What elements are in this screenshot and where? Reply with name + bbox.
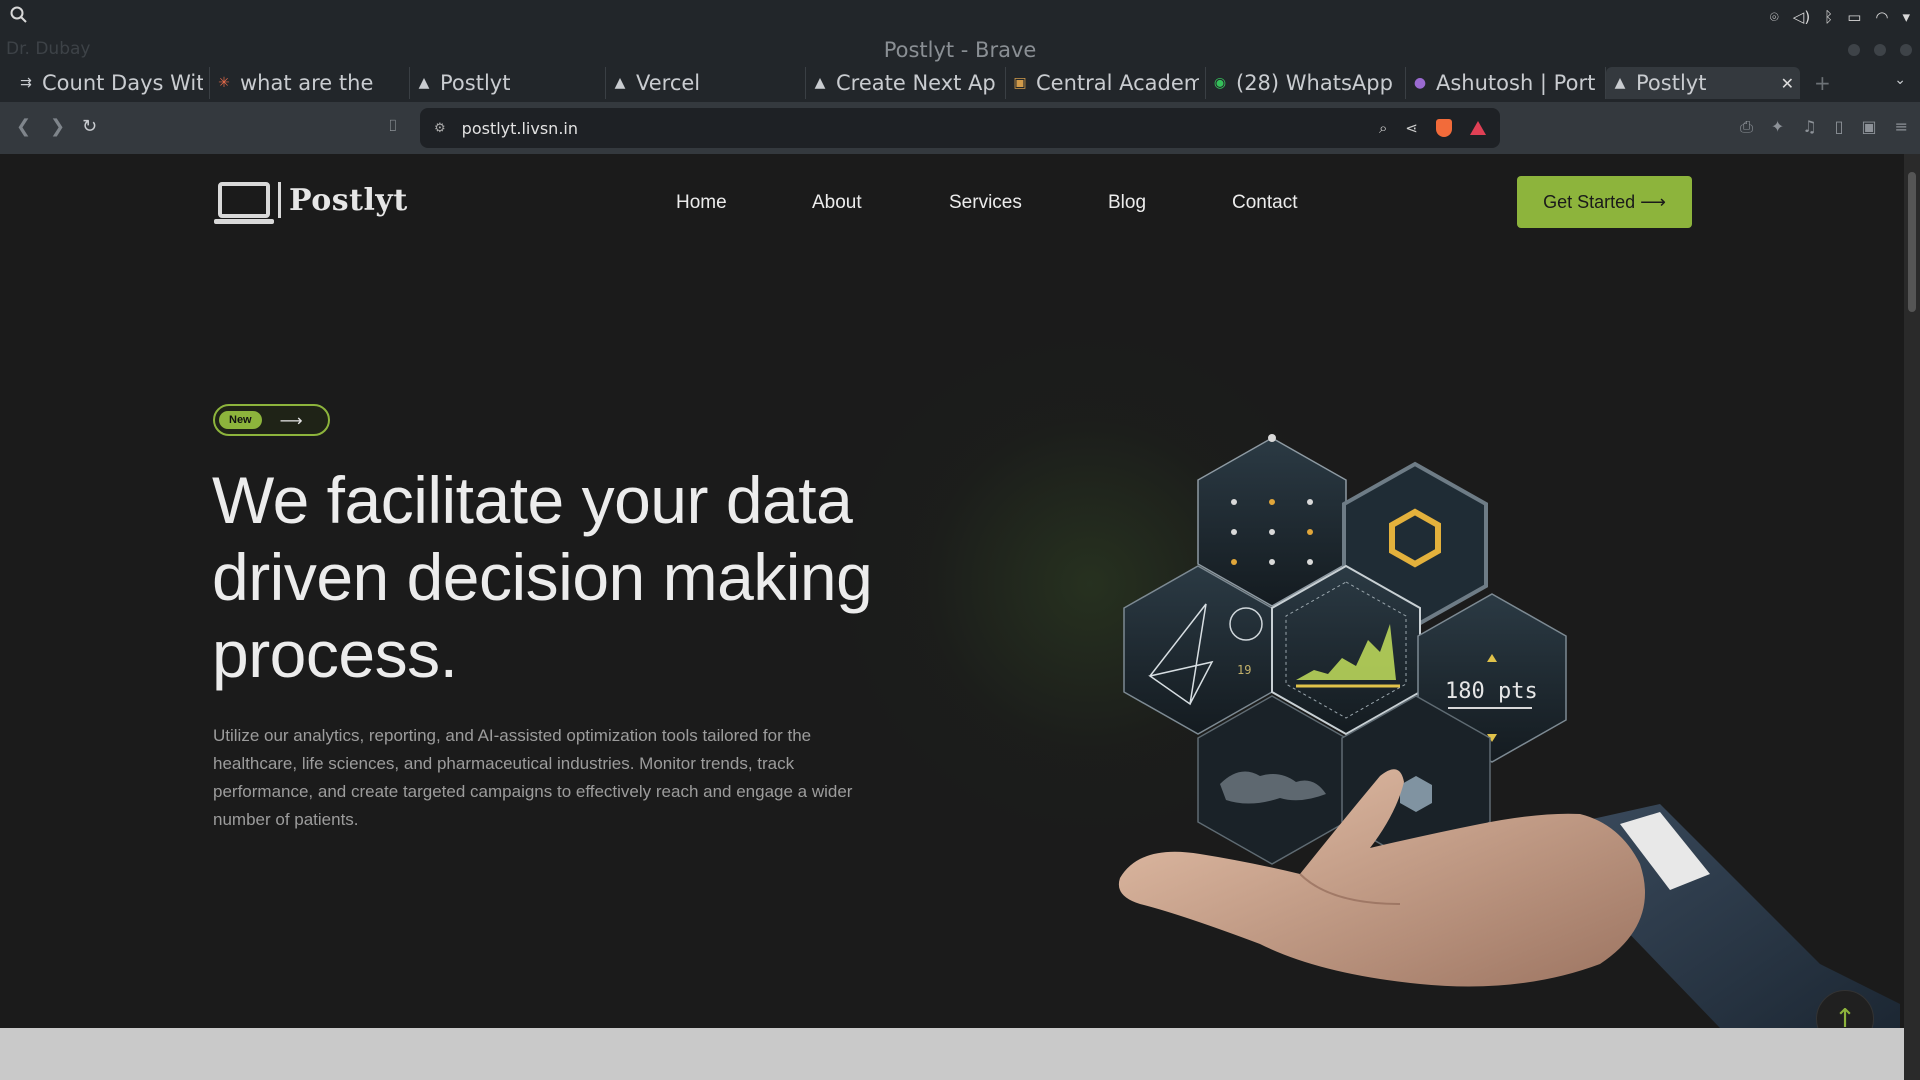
brave-rewards-icon[interactable] — [1470, 121, 1486, 135]
bookmark-icon[interactable]: ⌷ — [388, 116, 398, 136]
volume-icon[interactable]: ◁) — [1793, 8, 1810, 26]
vercel-icon: ▲ — [814, 75, 826, 91]
tab-label: Count Days Wit — [42, 71, 203, 95]
next-section-edge — [0, 1028, 1904, 1080]
search-icon[interactable] — [10, 6, 28, 28]
chat-icon: ✳ — [218, 75, 230, 91]
portfolio-icon: ● — [1413, 75, 1427, 91]
logo-divider — [278, 182, 281, 218]
forward-button[interactable]: ❯ — [50, 116, 65, 137]
nav-about[interactable]: About — [812, 192, 949, 214]
new-tab-button[interactable]: + — [1814, 71, 1831, 95]
wallet-icon[interactable]: ▣ — [1861, 117, 1876, 137]
minimize-button[interactable] — [1848, 44, 1860, 56]
new-badge: New — [219, 411, 262, 429]
browser-right-tools: ⎙ ✦ ♫ ▯ ▣ ≡ — [1740, 117, 1908, 137]
printer-icon[interactable]: ⎙ — [1740, 117, 1753, 137]
wifi-icon[interactable]: ◠ — [1875, 8, 1888, 26]
nav-home[interactable]: Home — [676, 192, 812, 214]
tab-postlyt-active[interactable]: ▲ Postlyt ✕ — [1606, 67, 1800, 99]
menu-icon[interactable]: ≡ — [1895, 117, 1908, 137]
tab-create-next-app[interactable]: ▲ Create Next Ap — [806, 67, 1006, 99]
scrollbar-thumb[interactable] — [1908, 172, 1916, 312]
vercel-icon: ▲ — [418, 75, 430, 91]
zoom-icon[interactable]: ⌕ — [1379, 119, 1387, 137]
page-scrollbar[interactable] — [1904, 154, 1920, 1080]
close-tab-icon[interactable]: ✕ — [1773, 74, 1794, 93]
tab-whatsapp[interactable]: ◉ (28) WhatsApp — [1206, 67, 1406, 99]
extensions-icon[interactable]: ✦ — [1771, 117, 1784, 137]
tab-postlyt[interactable]: ▲ Postlyt — [410, 67, 606, 99]
tray-menu-icon[interactable]: ▾ — [1902, 8, 1910, 26]
tab-label: Create Next Ap — [836, 71, 996, 95]
share-icon[interactable]: ⋖ — [1405, 119, 1418, 137]
window-title: Postlyt - Brave — [883, 38, 1037, 62]
tab-label: (28) WhatsApp — [1236, 71, 1393, 95]
bluetooth-icon[interactable]: ᛒ — [1824, 8, 1833, 26]
address-bar-actions: ⌕ ⋖ — [1379, 119, 1486, 137]
reload-button[interactable]: ↻ — [82, 116, 97, 137]
tab-ashutosh-portfolio[interactable]: ● Ashutosh | Port — [1406, 67, 1606, 99]
tab-central-academy[interactable]: ▣ Central Academ — [1006, 67, 1206, 99]
back-button[interactable]: ❮ — [16, 116, 31, 137]
location-icon[interactable]: ⌾ — [1770, 8, 1779, 26]
site-navigation: Home About Services Blog Contact — [676, 192, 1297, 214]
tab-strip: ⇉ Count Days Wit ✳ what are the ▲ Postly… — [0, 64, 1920, 102]
new-announcement-pill[interactable]: New ⟶ — [213, 404, 330, 436]
nav-contact[interactable]: Contact — [1232, 192, 1297, 214]
tab-label: Vercel — [636, 71, 701, 95]
os-top-bar: ⌾ ◁) ᛒ ▭ ◠ ▾ — [0, 0, 1920, 34]
nav-services[interactable]: Services — [949, 192, 1108, 214]
vercel-icon: ▲ — [614, 75, 626, 91]
hero-illustration: 19 180 pts — [1118, 434, 1900, 1028]
system-tray: ⌾ ◁) ᛒ ▭ ◠ ▾ — [1770, 8, 1910, 26]
laptop-logo-icon — [214, 182, 274, 224]
tab-label: Postlyt — [440, 71, 511, 95]
tab-label: Postlyt — [1636, 71, 1707, 95]
hero-title: We facilitate your data driven decision … — [212, 463, 873, 691]
hero-description: Utilize our analytics, reporting, and AI… — [213, 726, 853, 829]
close-window-button[interactable] — [1900, 44, 1912, 56]
counter-icon: ⇉ — [20, 75, 32, 91]
tab-what-are-the[interactable]: ✳ what are the — [210, 67, 410, 99]
brand-name: Postlyt — [289, 182, 408, 218]
get-started-button[interactable]: Get Started ⟶ — [1517, 176, 1692, 228]
school-icon: ▣ — [1013, 75, 1027, 91]
points-readout: 180 pts — [1445, 679, 1538, 704]
tab-list-chevron-icon[interactable]: ⌄ — [1894, 72, 1906, 88]
tab-count-days[interactable]: ⇉ Count Days Wit — [12, 67, 210, 99]
tab-vercel[interactable]: ▲ Vercel — [606, 67, 806, 99]
site-logo[interactable]: Postlyt — [214, 182, 408, 224]
site-settings-icon[interactable]: ⚙ — [434, 121, 446, 136]
sidebar-icon[interactable]: ▯ — [1835, 117, 1844, 137]
address-bar[interactable]: ⚙ postlyt.livsn.in ⌕ ⋖ — [420, 108, 1500, 148]
window-controls — [1848, 44, 1912, 56]
browser-toolbar: ❮ ❯ ↻ ⌷ ⚙ postlyt.livsn.in ⌕ ⋖ ⎙ ✦ ♫ ▯ ▣… — [0, 102, 1920, 154]
small-readout: 19 — [1237, 663, 1251, 677]
browser-title-bar: Dr. Dubay Postlyt - Brave — [0, 34, 1920, 64]
brave-shields-icon[interactable] — [1436, 119, 1452, 137]
url-text[interactable]: postlyt.livsn.in — [462, 119, 578, 138]
tab-label: Ashutosh | Port — [1436, 71, 1596, 95]
arrow-up-icon: ↑ — [1834, 1004, 1856, 1028]
whatsapp-icon: ◉ — [1213, 75, 1227, 91]
tab-label: Central Academ — [1036, 71, 1199, 95]
nav-blog[interactable]: Blog — [1108, 192, 1232, 214]
maximize-button[interactable] — [1874, 44, 1886, 56]
page-viewport: Postlyt Home About Services Blog Contact… — [0, 154, 1904, 1028]
tab-label: what are the — [240, 71, 374, 95]
display-icon[interactable]: ▭ — [1847, 8, 1861, 26]
arrow-right-icon: ⟶ — [279, 410, 303, 430]
media-icon[interactable]: ♫ — [1802, 117, 1816, 137]
vercel-icon: ▲ — [1614, 75, 1626, 91]
